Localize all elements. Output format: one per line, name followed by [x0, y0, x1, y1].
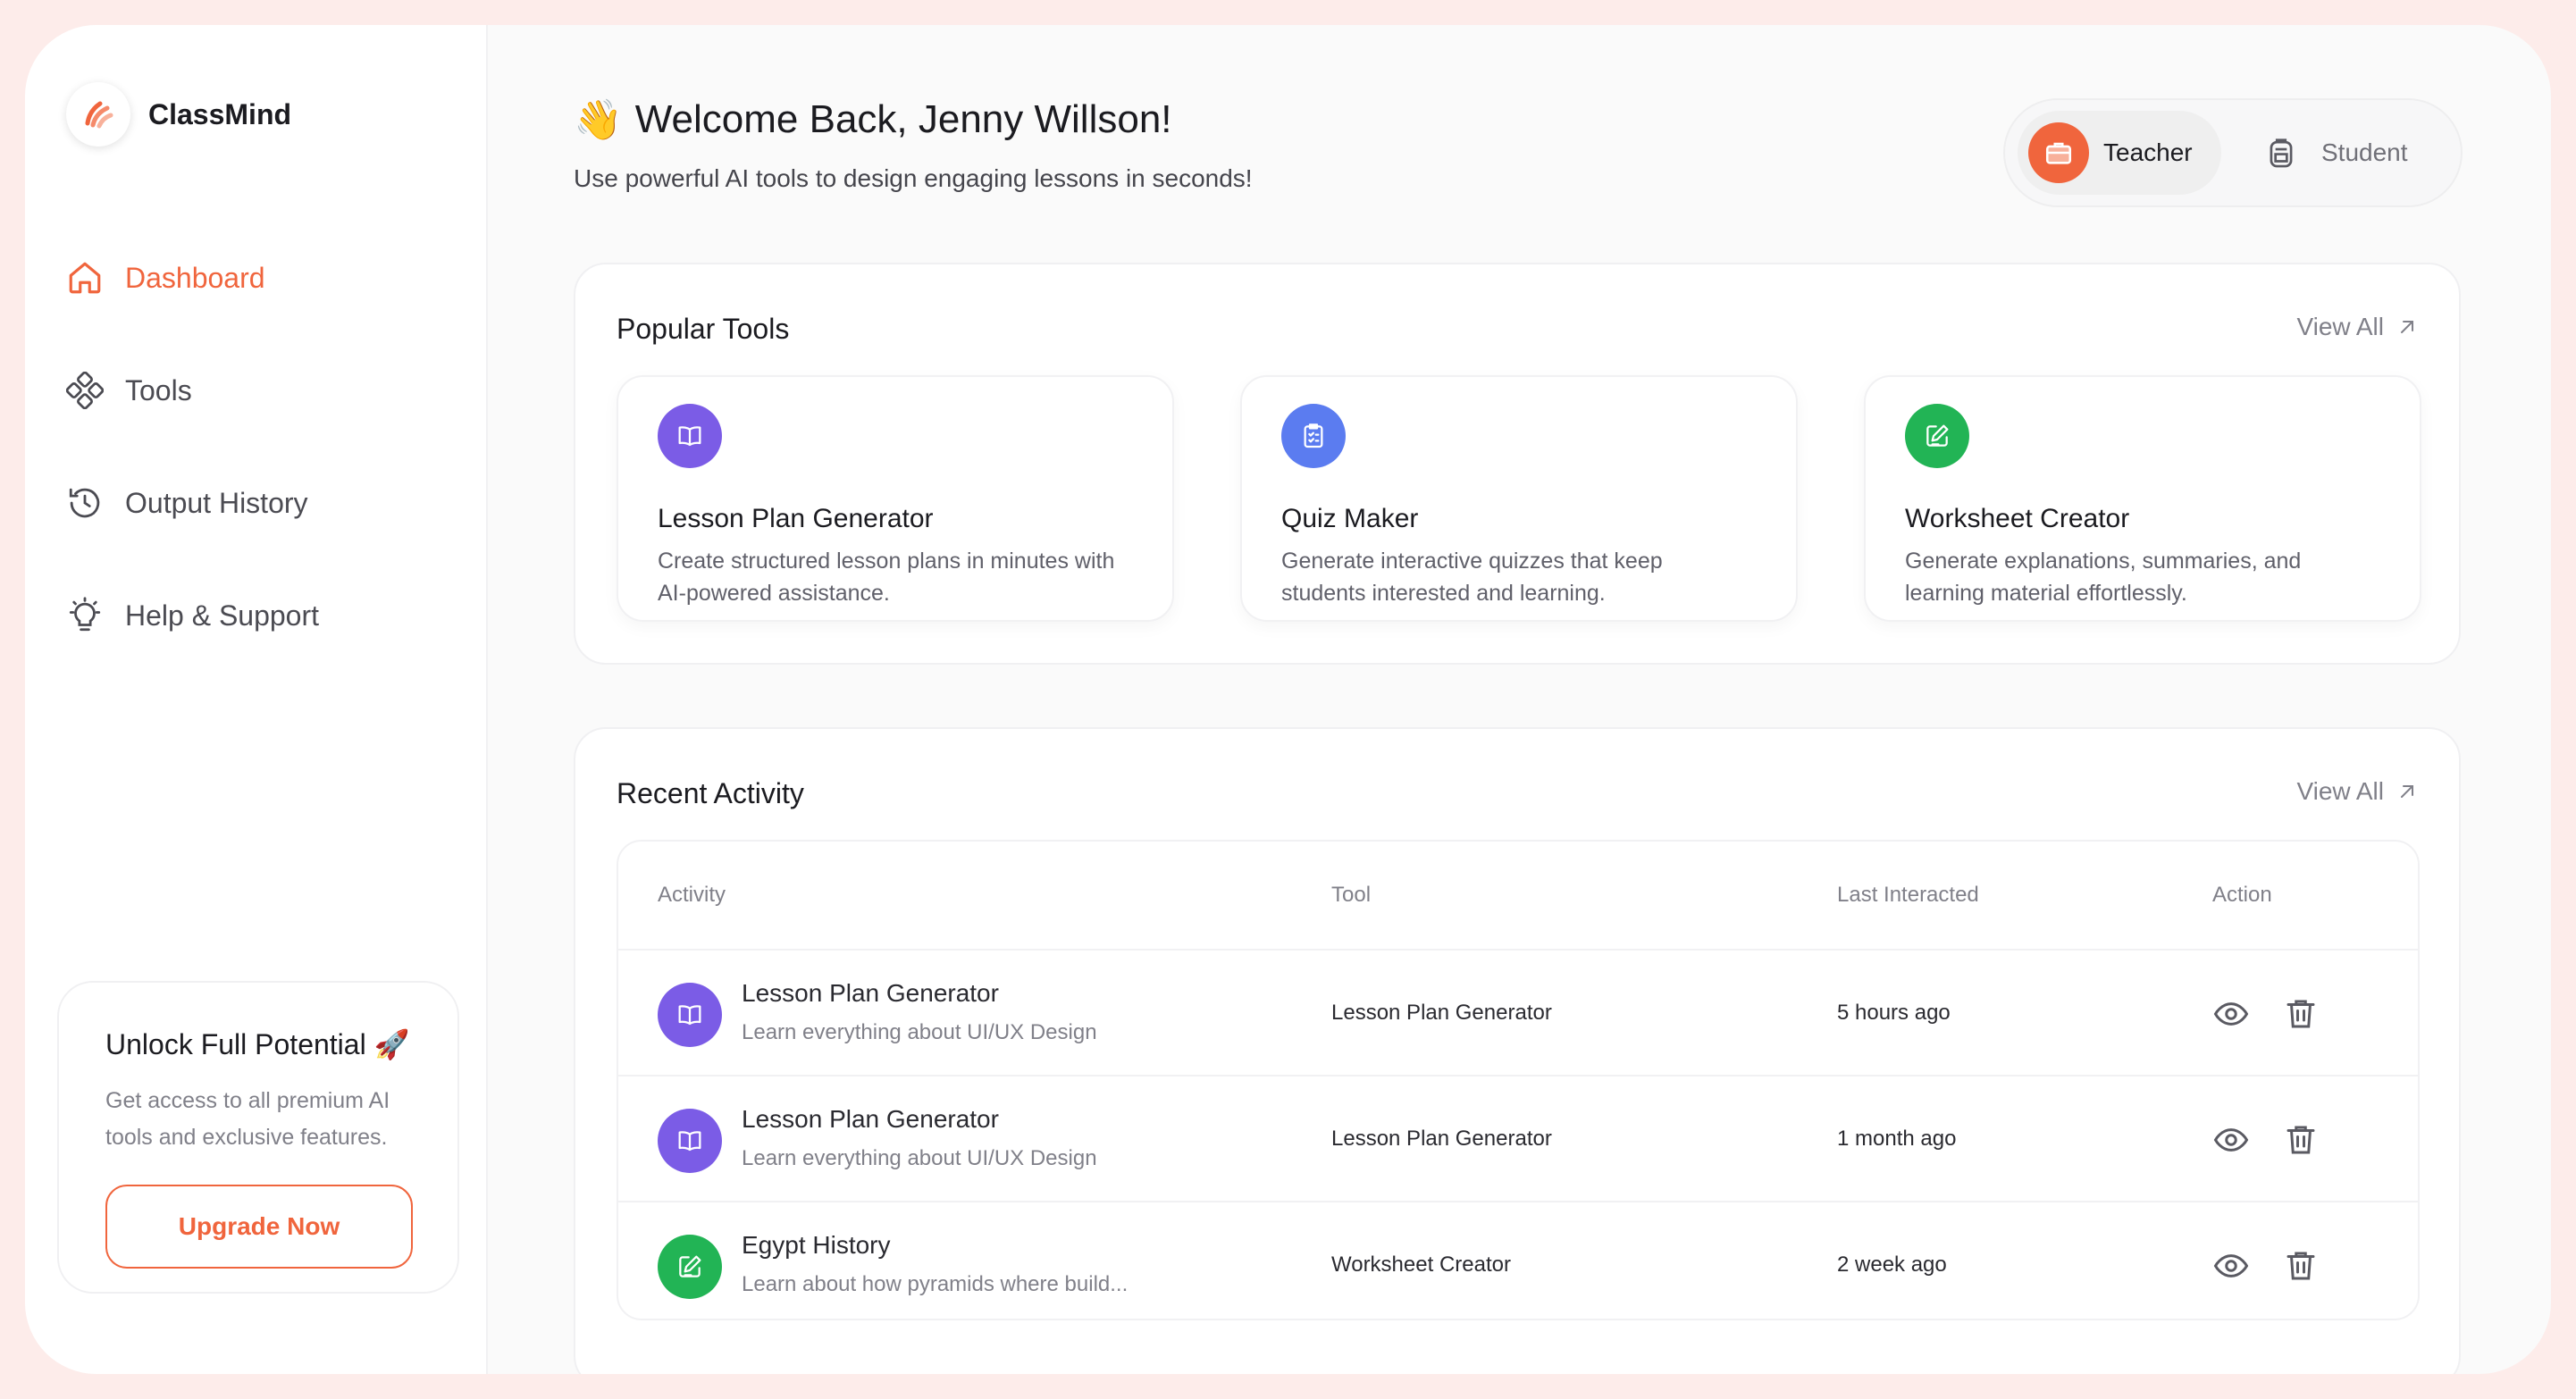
- tool-description: Generate explanations, summaries, and le…: [1905, 545, 2380, 609]
- tool-description-line: students interested and learning.: [1281, 581, 1606, 606]
- sidebar-item-output-history[interactable]: Output History: [66, 447, 319, 559]
- role-toggle: Teacher Student: [2003, 98, 2463, 207]
- tool-description-line: Create structured lesson plans in minute…: [658, 549, 1115, 574]
- activity-tool: Lesson Plan Generator: [1331, 1001, 1552, 1025]
- clipboard-icon: [1281, 404, 1346, 468]
- role-student-label: Student: [2321, 138, 2408, 166]
- role-teacher-option[interactable]: Teacher: [2018, 111, 2221, 195]
- history-icon: [69, 488, 100, 518]
- arrow-up-right-icon: [2401, 321, 2413, 333]
- book-icon: [658, 983, 722, 1047]
- table-header: Activity Tool Last Interacted Action: [618, 842, 2418, 951]
- page-subtitle: Use powerful AI tools to design engaging…: [574, 164, 1253, 192]
- sidebar-nav: Dashboard Tools Output History Help & Su…: [66, 222, 319, 672]
- activity-last-interacted: 5 hours ago: [1837, 1001, 1951, 1025]
- app-window: ClassMind Dashboard Tools Output History…: [25, 25, 2551, 1374]
- arrow-up-right-icon: [2401, 785, 2413, 798]
- activity-title: Egypt History: [742, 1231, 891, 1259]
- column-header-activity: Activity: [658, 883, 726, 907]
- tool-name: Worksheet Creator: [1905, 504, 2130, 533]
- upgrade-title: Unlock Full Potential 🚀: [105, 1028, 410, 1060]
- sidebar-item-label: Help & Support: [125, 599, 320, 632]
- activity-subtitle: Learn everything about UI/UX Design: [742, 1146, 1097, 1170]
- column-header-action: Action: [2212, 883, 2272, 907]
- recent-activity-title: Recent Activity: [617, 777, 804, 809]
- sidebar-item-dashboard[interactable]: Dashboard: [66, 222, 319, 334]
- activity-subtitle: Learn about how pyramids where build...: [742, 1272, 1129, 1296]
- tool-description-line: learning material effortlessly.: [1905, 581, 2187, 606]
- sidebar: ClassMind Dashboard Tools Output History…: [25, 25, 488, 1374]
- activity-subtitle: Learn everything about UI/UX Design: [742, 1020, 1097, 1044]
- sidebar-item-label: Tools: [125, 373, 192, 406]
- tool-description-line: Generate interactive quizzes that keep: [1281, 549, 1663, 574]
- sidebar-item-label: Output History: [125, 486, 308, 519]
- activity-title: Lesson Plan Generator: [742, 1105, 999, 1133]
- book-icon: [658, 404, 722, 468]
- home-icon: [69, 262, 101, 294]
- tool-description-line: Generate explanations, summaries, and: [1905, 549, 2302, 574]
- delete-trash-icon[interactable]: [2282, 1247, 2320, 1285]
- tool-card-quiz-maker[interactable]: Quiz Maker Generate interactive quizzes …: [1240, 375, 1798, 622]
- tool-description-line: AI-powered assistance.: [658, 581, 890, 606]
- upgrade-description-line: Get access to all premium AI: [105, 1088, 390, 1113]
- role-teacher-label: Teacher: [2103, 138, 2193, 166]
- tool-name: Lesson Plan Generator: [658, 504, 934, 533]
- popular-tools-view-all-link[interactable]: View All: [2296, 313, 2418, 341]
- recent-activity-view-all-link[interactable]: View All: [2296, 777, 2418, 806]
- sidebar-item-tools[interactable]: Tools: [66, 334, 319, 447]
- activity-tool: Lesson Plan Generator: [1331, 1127, 1552, 1151]
- lightbulb-icon: [69, 597, 101, 632]
- table-row[interactable]: Lesson Plan Generator Learn everything a…: [618, 1076, 2418, 1202]
- upgrade-description-line: tools and exclusive features.: [105, 1125, 388, 1150]
- recent-activity-card: Recent Activity View All Activity Tool L…: [574, 727, 2461, 1374]
- tool-name: Quiz Maker: [1281, 504, 1419, 533]
- activity-last-interacted: 2 week ago: [1837, 1252, 1947, 1277]
- table-row[interactable]: Lesson Plan Generator Learn everything a…: [618, 951, 2418, 1076]
- view-all-label: View All: [2296, 777, 2384, 805]
- activity-last-interacted: 1 month ago: [1837, 1127, 1957, 1151]
- backpack-icon: [2270, 138, 2293, 168]
- upgrade-description: Get access to all premium AI tools and e…: [105, 1083, 411, 1156]
- activity-title: Lesson Plan Generator: [742, 979, 999, 1007]
- column-header-last-interacted: Last Interacted: [1837, 883, 1979, 907]
- activity-table: Activity Tool Last Interacted Action Les…: [617, 840, 2420, 1320]
- view-all-label: View All: [2296, 313, 2384, 340]
- popular-tools-title: Popular Tools: [617, 313, 790, 345]
- page-title: Welcome Back, Jenny Willson!: [634, 97, 1172, 141]
- edit-icon: [1905, 404, 1969, 468]
- brand-name: ClassMind: [148, 97, 292, 130]
- upgrade-card: Unlock Full Potential 🚀 Get access to al…: [57, 981, 459, 1294]
- view-eye-icon[interactable]: [2212, 1121, 2250, 1159]
- tool-description: Create structured lesson plans in minute…: [658, 545, 1133, 609]
- briefcase-icon: [2028, 122, 2089, 183]
- column-header-tool: Tool: [1331, 883, 1372, 907]
- delete-trash-icon[interactable]: [2282, 995, 2320, 1033]
- welcome-header: 👋 Welcome Back, Jenny Willson!: [574, 96, 1172, 143]
- brand[interactable]: ClassMind: [66, 82, 291, 147]
- tools-icon: [66, 372, 104, 409]
- activity-tool: Worksheet Creator: [1331, 1252, 1511, 1277]
- sidebar-item-label: Dashboard: [125, 261, 265, 294]
- upgrade-now-button[interactable]: Upgrade Now: [105, 1185, 413, 1269]
- sidebar-item-help-support[interactable]: Help & Support: [66, 559, 319, 672]
- tool-description: Generate interactive quizzes that keep s…: [1281, 545, 1757, 609]
- tool-card-lesson-plan-generator[interactable]: Lesson Plan Generator Create structured …: [617, 375, 1174, 622]
- view-eye-icon[interactable]: [2212, 995, 2250, 1033]
- classmind-logo-icon: [66, 82, 130, 147]
- edit-icon: [658, 1235, 722, 1299]
- role-student-option[interactable]: Student: [2264, 111, 2408, 195]
- tool-card-worksheet-creator[interactable]: Worksheet Creator Generate explanations,…: [1864, 375, 2421, 622]
- view-eye-icon[interactable]: [2212, 1247, 2250, 1285]
- table-row[interactable]: Egypt History Learn about how pyramids w…: [618, 1202, 2418, 1319]
- book-icon: [658, 1109, 722, 1173]
- popular-tools-card: Popular Tools View All Lesson Plan Gener…: [574, 263, 2461, 665]
- wave-emoji: 👋: [574, 98, 623, 142]
- delete-trash-icon[interactable]: [2282, 1121, 2320, 1159]
